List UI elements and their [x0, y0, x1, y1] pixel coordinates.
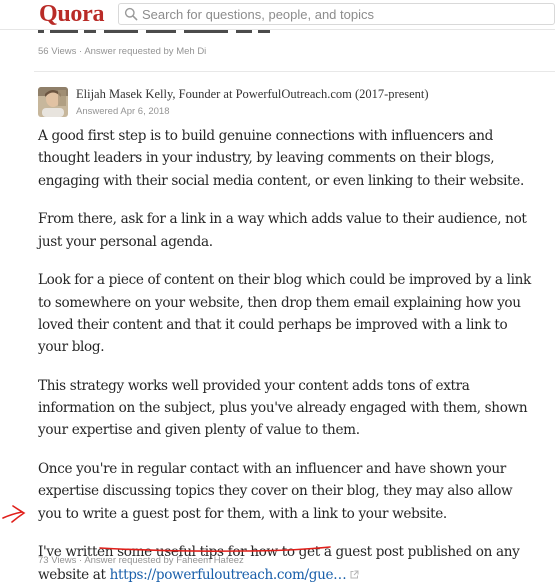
author-name-link[interactable]: Elijah Masek Kelly, Founder at PowerfulO…: [76, 87, 429, 101]
answer-divider: [34, 71, 555, 72]
previous-answer-requester[interactable]: Meh Di: [176, 46, 206, 57]
previous-answer-requested-prefix: Answer requested by: [84, 46, 177, 57]
avatar[interactable]: [38, 87, 68, 117]
answer-paragraph: Once you're in regular contact with an i…: [38, 461, 513, 522]
annotation-arrow: [2, 505, 26, 523]
previous-answer-meta: 56 Views · Answer requested by Meh Di: [38, 46, 207, 57]
answer-paragraph: A good first step is to build genuine co…: [38, 128, 524, 189]
search-input[interactable]: [142, 5, 542, 23]
search-icon: [124, 7, 138, 21]
answer-requester[interactable]: Faheem Hafeez: [176, 555, 244, 566]
external-link-icon[interactable]: [350, 570, 359, 579]
answered-date[interactable]: Answered Apr 6, 2018: [76, 106, 169, 117]
answer-paragraph: Look for a piece of content on their blo…: [38, 272, 531, 356]
author-credential[interactable]: Elijah Masek Kelly, Founder at PowerfulO…: [76, 87, 429, 102]
answer-views[interactable]: 73 Views: [38, 555, 76, 566]
guest-post-link[interactable]: https://powerfuloutreach.com/gue…: [110, 567, 347, 583]
top-bar: Quora: [0, 0, 555, 30]
quora-logo[interactable]: Quora: [39, 1, 104, 27]
answer-requested-prefix: Answer requested by: [84, 555, 177, 566]
answer-author-row: Elijah Masek Kelly, Founder at PowerfulO…: [38, 86, 538, 120]
answer-paragraph: This strategy works well provided your c…: [38, 377, 528, 439]
answer-meta: 73 Views · Answer requested by Faheem Ha…: [38, 555, 244, 566]
previous-answer-views[interactable]: 56 Views: [38, 46, 76, 57]
avatar-photo: [38, 87, 68, 117]
answer-body: A good first step is to build genuine co…: [38, 125, 538, 586]
search-box[interactable]: [118, 3, 555, 25]
answer-paragraph: From there, ask for a link in a way whic…: [38, 211, 527, 250]
